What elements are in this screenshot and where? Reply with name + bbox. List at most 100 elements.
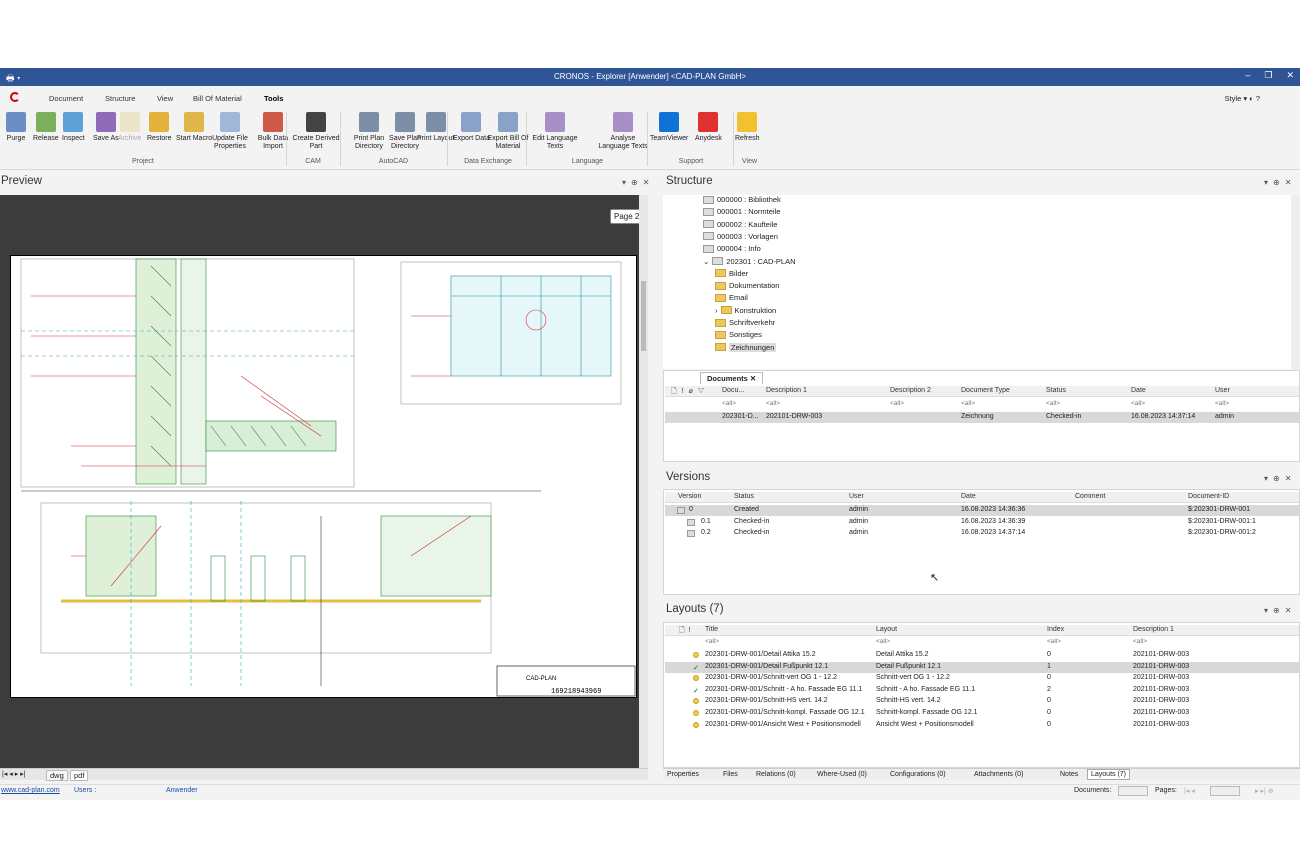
- restore-icon[interactable]: ❐: [1264, 70, 1272, 81]
- ribbon-button-create-derived-part[interactable]: Create Derived Part: [291, 112, 341, 151]
- ribbon-button-release[interactable]: Release: [33, 112, 59, 143]
- layouts-row[interactable]: ✓ 202301-DRW-001/Schnitt - A ho. Fassade …: [665, 685, 1299, 696]
- expand-chevron-icon[interactable]: ⌄: [703, 257, 709, 266]
- documents-filter-input[interactable]: <all>: [766, 400, 780, 407]
- documents-filter-input[interactable]: <all>: [961, 400, 975, 407]
- page-number-field[interactable]: [1210, 786, 1240, 796]
- ribbon-button-archive[interactable]: Archive: [118, 112, 141, 143]
- tab-bill-of-material[interactable]: Bill Of Material: [193, 94, 242, 103]
- layouts-filter-input[interactable]: <all>: [1047, 638, 1061, 645]
- ribbon-button-print-layout[interactable]: Print Layout: [417, 112, 454, 143]
- tree-item[interactable]: 000004 : Info: [703, 244, 761, 253]
- page-nav-next-last[interactable]: ▸ ▸| ⊕: [1255, 787, 1274, 795]
- tree-item[interactable]: Email: [715, 293, 748, 302]
- bottom-tab-relations-[interactable]: Relations (0): [756, 771, 796, 778]
- layouts-row[interactable]: 202301-DRW-001/Detail Attika 15.2 Detail …: [665, 650, 1299, 661]
- sheet-nav-arrows[interactable]: |◂ ◂ ▸ ▸|: [2, 770, 26, 778]
- tab-dwg[interactable]: dwg: [46, 770, 68, 781]
- layouts-filter-input[interactable]: <all>: [876, 638, 890, 645]
- bottom-tab-configurations-[interactable]: Configurations (0): [890, 771, 946, 778]
- tree-scrollbar[interactable]: [1291, 195, 1300, 369]
- ribbon-button-inspect[interactable]: Inspect: [62, 112, 85, 143]
- ribbon-button-save-as[interactable]: Save As: [93, 112, 119, 143]
- ribbon-button-purge[interactable]: Purge: [6, 112, 26, 143]
- tree-item[interactable]: Bilder: [715, 269, 748, 278]
- documents-column-header[interactable]: Docu...: [722, 387, 744, 394]
- structure-panel-controls[interactable]: ▾⊕✕: [1264, 178, 1296, 187]
- bottom-tab-properties[interactable]: Properties: [667, 771, 699, 778]
- tree-item[interactable]: Dokumentation: [715, 281, 779, 290]
- documents-column-header[interactable]: Description 2: [890, 387, 931, 394]
- documents-tab[interactable]: Documents ✕: [700, 372, 764, 384]
- website-link[interactable]: www.cad-plan.com: [1, 787, 60, 794]
- preview-scroll-thumb[interactable]: [641, 281, 646, 351]
- documents-column-header[interactable]: User: [1215, 387, 1230, 394]
- ribbon-button-teamviewer[interactable]: TeamViewer: [650, 112, 688, 143]
- layouts-row[interactable]: 202301-DRW-001/Schnitt-vert OG 1 - 12.2 S…: [665, 673, 1299, 684]
- ribbon-button-refresh[interactable]: Refresh: [735, 112, 760, 143]
- tree-item[interactable]: 000003 : Vorlagen: [703, 232, 778, 241]
- bottom-tab-notes[interactable]: Notes: [1060, 771, 1078, 778]
- versions-column-header[interactable]: Date: [961, 493, 976, 500]
- tab-document[interactable]: Document: [49, 94, 83, 103]
- documents-filter-input[interactable]: <all>: [722, 400, 736, 407]
- layouts-row[interactable]: ✓ 202301-DRW-001/Detail Fußpunkt 12.1 Deta…: [665, 661, 1299, 673]
- documents-filter-input[interactable]: <all>: [1046, 400, 1060, 407]
- versions-column-header[interactable]: Version: [678, 493, 701, 500]
- ribbon-button-edit-language-texts[interactable]: Edit Language Texts: [530, 112, 580, 151]
- preview-scrollbar[interactable]: [639, 195, 648, 768]
- tab-structure[interactable]: Structure: [105, 94, 135, 103]
- layouts-panel-controls[interactable]: ▾⊕✕: [1264, 606, 1296, 615]
- versions-row[interactable]: 0.2 Checked-in admin 16.08.2023 14:37:14 $:2…: [665, 528, 1299, 539]
- documents-column-header[interactable]: Date: [1131, 387, 1146, 394]
- layouts-row[interactable]: 202301-DRW-001/Ansicht West + Positionsm…: [665, 720, 1299, 731]
- versions-panel-controls[interactable]: ▾⊕✕: [1264, 474, 1296, 483]
- minimize-icon[interactable]: –: [1245, 70, 1250, 81]
- preview-panel-controls[interactable]: ▾⊕✕: [622, 178, 654, 187]
- layouts-row[interactable]: 202301-DRW-001/Schnitt-HS vert. 14.2 Schn…: [665, 696, 1299, 707]
- documents-filter-input[interactable]: <all>: [890, 400, 904, 407]
- documents-column-header[interactable]: Status: [1046, 387, 1066, 394]
- layouts-row[interactable]: 202301-DRW-001/Schnitt-kompl. Fassade OG…: [665, 708, 1299, 719]
- layouts-column-header[interactable]: Title: [705, 626, 718, 633]
- versions-row[interactable]: 0 Created admin 16.08.2023 14:36:36 $:202301…: [665, 505, 1299, 516]
- ribbon-button-restore[interactable]: Restore: [147, 112, 172, 143]
- preview-area[interactable]: Page 2 CAD-PLAN 169218943969: [0, 195, 648, 768]
- layouts-filter-input[interactable]: <all>: [1133, 638, 1147, 645]
- tree-item[interactable]: 000002 : Kaufteile: [703, 220, 777, 229]
- ribbon-button-anydesk[interactable]: Anydesk: [695, 112, 722, 143]
- documents-filter-input[interactable]: <all>: [1131, 400, 1145, 407]
- versions-column-header[interactable]: Document-ID: [1188, 493, 1229, 500]
- ribbon-button-analyse-language-texts[interactable]: Analyse Language Texts: [598, 112, 648, 151]
- layouts-filter-input[interactable]: <all>: [705, 638, 719, 645]
- versions-row[interactable]: 0.1 Checked-in admin 16.08.2023 14:36:39 $:2…: [665, 517, 1299, 528]
- close-icon[interactable]: ✕: [1286, 70, 1294, 81]
- tree-item[interactable]: ⌄ 202301 : CAD-PLAN: [703, 257, 796, 266]
- tree-item[interactable]: Zeichnungen: [715, 342, 777, 352]
- documents-column-header[interactable]: Description 1: [766, 387, 807, 394]
- page-nav-first-prev[interactable]: |◂ ◂: [1184, 787, 1195, 795]
- tree-item[interactable]: › Konstruktion: [715, 306, 776, 315]
- tree-item[interactable]: 000001 : Normteile: [703, 207, 780, 216]
- bottom-tab-files[interactable]: Files: [723, 771, 738, 778]
- versions-column-header[interactable]: Comment: [1075, 493, 1105, 500]
- style-menu[interactable]: Style ▾ ◐ ?: [1225, 94, 1260, 103]
- bottom-tab-where-used-[interactable]: Where-Used (0): [817, 771, 867, 778]
- tab-view[interactable]: View: [157, 94, 173, 103]
- tree-item[interactable]: Schriftverkehr: [715, 318, 775, 327]
- layouts-column-header[interactable]: Layout: [876, 626, 897, 633]
- bottom-tab-attachments-[interactable]: Attachments (0): [974, 771, 1023, 778]
- layouts-column-header[interactable]: Description 1: [1133, 626, 1174, 633]
- tree-item[interactable]: Sonstiges: [715, 330, 762, 339]
- app-logo-icon[interactable]: [10, 92, 20, 102]
- versions-column-header[interactable]: User: [849, 493, 864, 500]
- bottom-tab-layouts-[interactable]: Layouts (7): [1087, 769, 1131, 780]
- tab-pdf[interactable]: pdf: [70, 770, 89, 781]
- tab-tools[interactable]: Tools: [264, 94, 283, 103]
- collapsed-chevron-icon[interactable]: ›: [715, 306, 718, 315]
- documents-filter-input[interactable]: <all>: [1215, 400, 1229, 407]
- layouts-column-header[interactable]: Index: [1047, 626, 1064, 633]
- versions-column-header[interactable]: Status: [734, 493, 754, 500]
- tree-item[interactable]: 000000 : Bibliothek: [703, 195, 781, 204]
- documents-column-header[interactable]: Document Type: [961, 387, 1010, 394]
